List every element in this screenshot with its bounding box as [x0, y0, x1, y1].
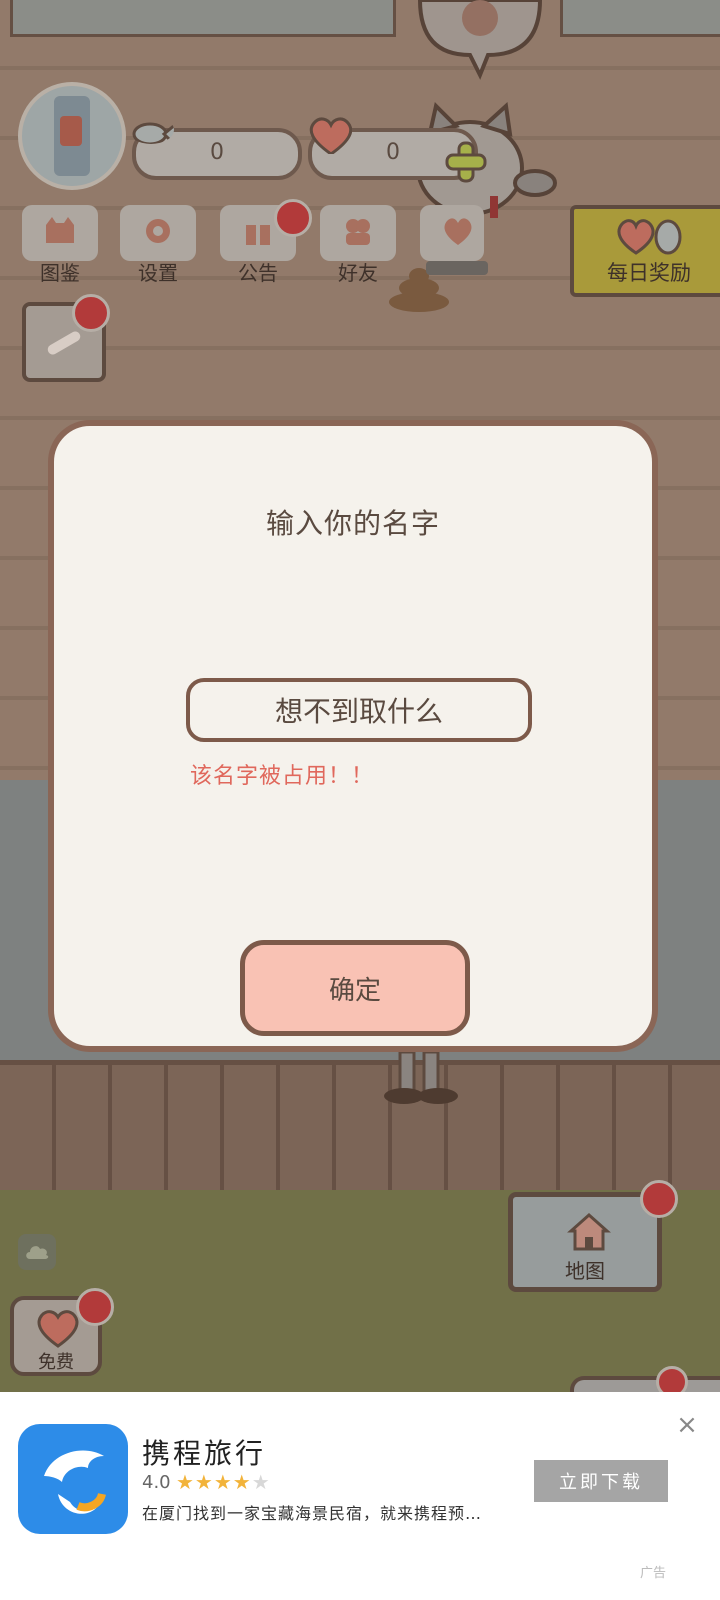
- cat-book-icon: [46, 217, 74, 243]
- ad-description: 在厦门找到一家宝藏海景民宿，就来携程预…: [142, 1504, 483, 1523]
- house-icon: [567, 1212, 611, 1251]
- broken-heart-icon: [444, 218, 472, 245]
- menu-item-settings[interactable]: 设置: [118, 205, 198, 285]
- gear-icon: [146, 219, 170, 243]
- app-logo-icon[interactable]: [18, 1424, 128, 1534]
- heart-face-icon: [37, 1310, 79, 1348]
- cloud-icon: [26, 1246, 49, 1259]
- heart-currency-icon: [309, 117, 352, 154]
- add-heart-plus-icon[interactable]: [444, 140, 488, 184]
- download-button[interactable]: 立即下载: [534, 1460, 668, 1502]
- rating-stars-icon: ★★★★★: [176, 1470, 271, 1494]
- fish-icon: [132, 122, 174, 144]
- notification-badge: [76, 1288, 114, 1326]
- notification-badge: [274, 199, 312, 237]
- gift-icon: [246, 221, 270, 245]
- menu-label: 图鉴: [40, 261, 80, 285]
- dialog-title: 输入你的名字: [265, 507, 440, 540]
- menu-item-hearts[interactable]: [418, 205, 498, 285]
- notification-badge: [640, 1180, 678, 1218]
- menu-item-friends[interactable]: 好友: [318, 205, 398, 285]
- map-label: 地图: [565, 1259, 605, 1283]
- friends-icon: [346, 219, 370, 245]
- daily-reward-button[interactable]: 每日奖励: [570, 205, 720, 297]
- avatar-figure-detail: [60, 116, 82, 146]
- player-avatar[interactable]: [18, 82, 126, 190]
- ad-banner[interactable]: 携程旅行 4.0 ★★★★★ 在厦门找到一家宝藏海景民宿，就来携程预… 立即下载…: [0, 1392, 720, 1600]
- name-input[interactable]: [186, 678, 532, 742]
- character-legs-icon: [384, 1052, 458, 1104]
- confirm-button[interactable]: 确定: [240, 940, 470, 1036]
- free-label: 免费: [38, 1352, 74, 1373]
- menu-item-collection[interactable]: 图鉴: [20, 205, 100, 285]
- fish-count: 0: [210, 140, 224, 165]
- reward-heart-fish-icon: [617, 219, 682, 255]
- dolphin-icon: [44, 1450, 106, 1514]
- menu-label: 设置: [138, 261, 178, 285]
- menu-item-announcement[interactable]: 公告: [218, 199, 312, 285]
- close-icon[interactable]: ×: [674, 1412, 700, 1438]
- name-input-dialog: 输入你的名字 该名字被占用！！ 确定: [48, 420, 658, 1052]
- menu-label: 公告: [238, 261, 278, 285]
- menu-label: 好友: [338, 261, 378, 285]
- progress-bar: [426, 261, 488, 275]
- daily-reward-label: 每日奖励: [607, 261, 691, 285]
- notification-badge: [72, 294, 110, 332]
- ad-tag: 广告: [640, 1566, 667, 1581]
- ad-app-name: 携程旅行: [142, 1437, 267, 1470]
- cloud-button[interactable]: [18, 1234, 56, 1270]
- ad-rating: 4.0: [142, 1472, 171, 1493]
- name-error-message: 该名字被占用！！: [190, 764, 375, 789]
- pencil-icon: [47, 331, 81, 355]
- map-button[interactable]: 地图: [508, 1192, 662, 1292]
